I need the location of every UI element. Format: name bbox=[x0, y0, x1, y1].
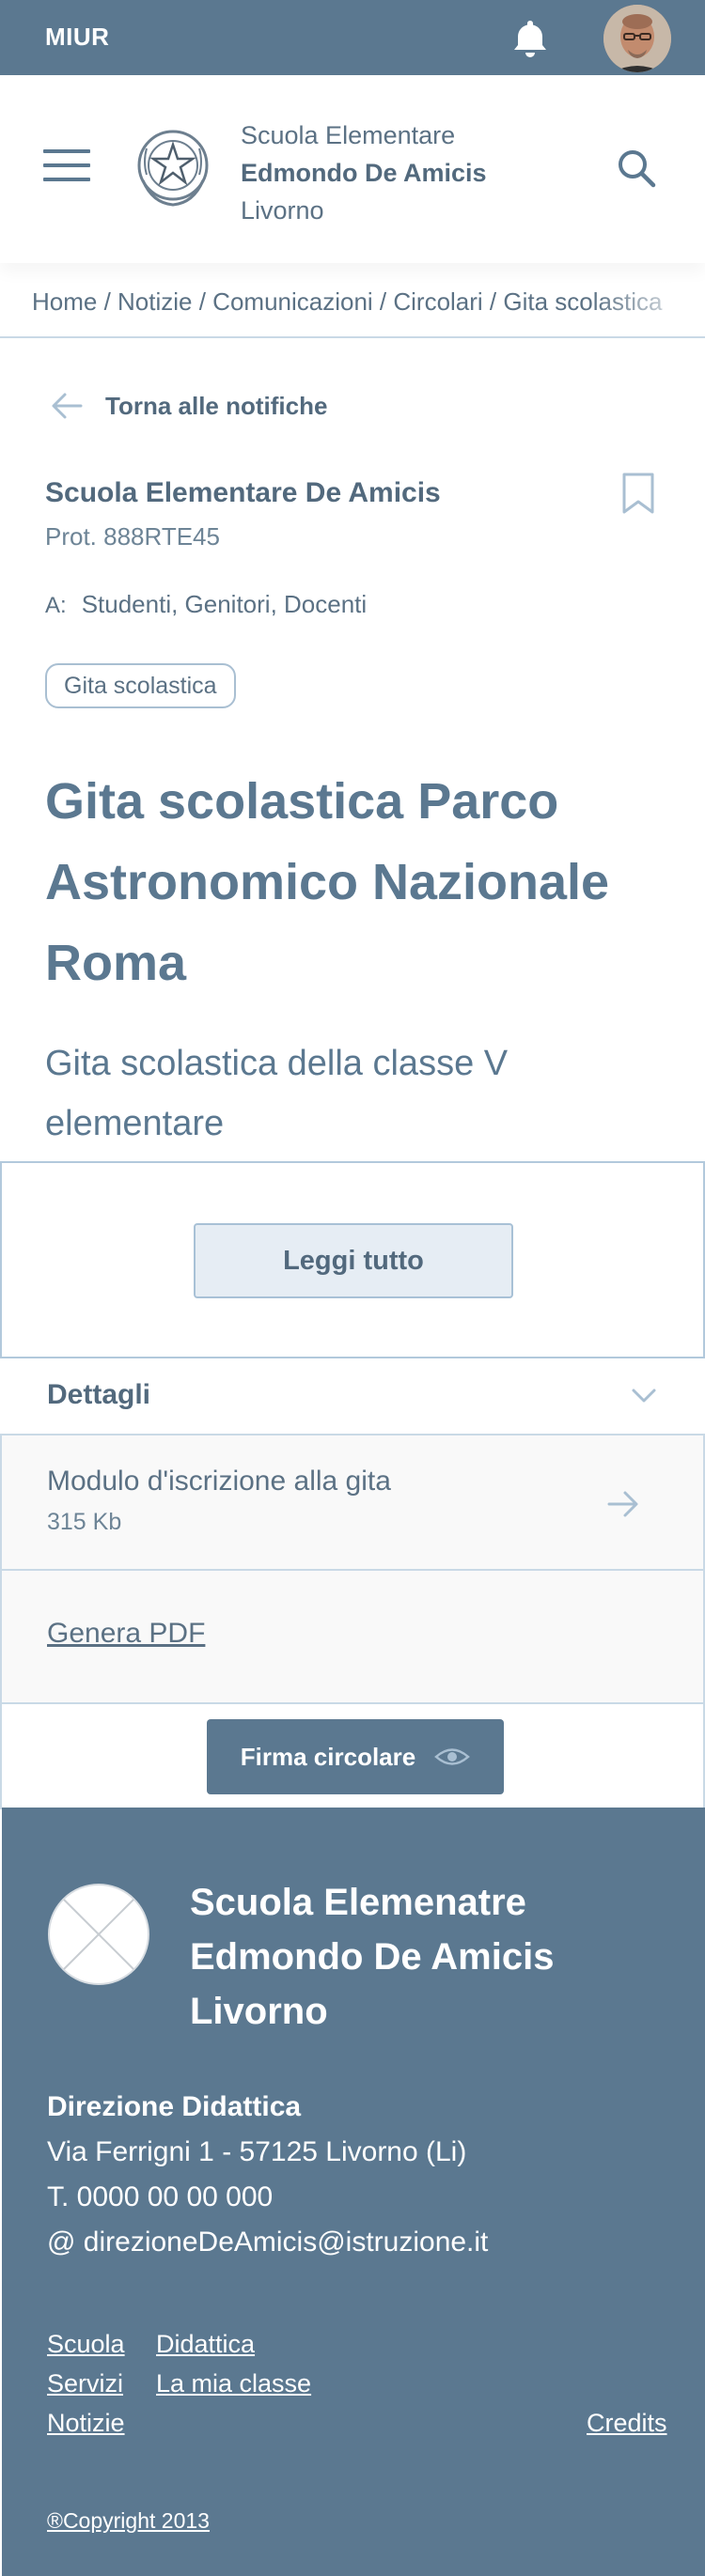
sign-circular-label: Firma circolare bbox=[240, 1742, 416, 1771]
footer-email: @ direzioneDeAmicis@istruzione.it bbox=[47, 2227, 489, 2258]
chevron-down-icon bbox=[632, 1389, 656, 1403]
footer-link-la-mia-classe[interactable]: La mia classe bbox=[156, 2369, 311, 2398]
footer-copyright-link[interactable]: ®Copyright 2013 bbox=[47, 2508, 210, 2534]
protocol-number: Prot. 888RTE45 bbox=[45, 522, 220, 551]
republic-emblem-icon bbox=[137, 130, 209, 207]
footer-link-notizie[interactable]: Notizie bbox=[47, 2409, 125, 2438]
recipients: A: Studenti, Genitori, Docenti bbox=[45, 590, 367, 619]
category-tag[interactable]: Gita scolastica bbox=[45, 663, 236, 708]
footer-link-credits[interactable]: Credits bbox=[587, 2409, 667, 2438]
site-footer: Scuola Elemenatre Edmondo De Amicis Livo… bbox=[2, 1808, 705, 2576]
footer-name-line2: Edmondo De Amicis bbox=[190, 1936, 555, 1978]
menu-button[interactable] bbox=[43, 146, 90, 185]
school-name-line1: Scuola Elementare bbox=[241, 121, 456, 149]
footer-link-didattica[interactable]: Didattica bbox=[156, 2330, 255, 2359]
school-name-line2: Edmondo De Amicis bbox=[241, 159, 487, 187]
footer-link-servizi[interactable]: Servizi bbox=[47, 2369, 123, 2398]
avatar[interactable] bbox=[603, 5, 671, 72]
details-label: Dettagli bbox=[47, 1379, 151, 1410]
back-to-notifications-link[interactable]: Torna alle notifiche bbox=[49, 387, 327, 425]
generate-pdf-link[interactable]: Genera PDF bbox=[47, 1618, 205, 1650]
search-icon[interactable] bbox=[615, 147, 658, 190]
top-bar: MIUR bbox=[0, 0, 705, 75]
brand-label[interactable]: MIUR bbox=[45, 23, 109, 52]
footer-link-scuola[interactable]: Scuola bbox=[47, 2330, 125, 2359]
footer-name-line3: Livorno bbox=[190, 1991, 328, 2032]
back-label: Torna alle notifiche bbox=[105, 391, 328, 420]
bell-icon[interactable] bbox=[509, 17, 552, 60]
footer-name-line1: Scuola Elemenatre bbox=[190, 1882, 526, 1923]
arrow-right-icon bbox=[607, 1491, 638, 1517]
recipients-label: A: bbox=[45, 593, 67, 618]
sign-circular-button[interactable]: Firma circolare bbox=[207, 1719, 504, 1794]
school-logo-placeholder-icon bbox=[48, 1884, 149, 1985]
notice-subtitle: Gita scolastica della classe V elementar… bbox=[45, 1044, 509, 1143]
sender-name: Scuola Elementare De Amicis bbox=[45, 477, 441, 508]
school-name[interactable]: Scuola Elementare Edmondo De Amicis Livo… bbox=[241, 116, 487, 229]
footer-phone: T. 0000 00 00 000 bbox=[47, 2181, 274, 2212]
attachment-row[interactable]: Modulo d'iscrizione alla gita 315 Kb bbox=[0, 1434, 705, 1571]
details-toggle[interactable]: Dettagli bbox=[0, 1358, 705, 1434]
direction-title: Direzione Didattica bbox=[47, 2091, 302, 2122]
attachment-name: Modulo d'iscrizione alla gita bbox=[47, 1466, 391, 1497]
breadcrumb-text[interactable]: Home / Notizie / Comunicazioni / Circola… bbox=[32, 287, 662, 316]
footer-address: Via Ferrigni 1 - 57125 Livorno (Li) bbox=[47, 2136, 467, 2167]
read-more-button[interactable]: Leggi tutto bbox=[194, 1223, 513, 1298]
footer-school-name: Scuola Elemenatre Edmondo De Amicis Livo… bbox=[190, 1875, 679, 2039]
school-name-line3: Livorno bbox=[241, 196, 324, 225]
bookmark-icon[interactable] bbox=[620, 472, 656, 515]
arrow-left-icon bbox=[52, 393, 83, 419]
breadcrumb-fade bbox=[592, 282, 705, 336]
eye-icon bbox=[434, 1748, 471, 1765]
generate-pdf-row: Genera PDF bbox=[0, 1571, 705, 1704]
breadcrumb[interactable]: Home / Notizie / Comunicazioni / Circola… bbox=[0, 282, 705, 338]
attachment-size: 315 Kb bbox=[47, 1509, 122, 1535]
recipients-value: Studenti, Genitori, Docenti bbox=[81, 590, 368, 618]
site-header: Scuola Elementare Edmondo De Amicis Livo… bbox=[0, 75, 705, 263]
notice-title: Gita scolastica Parco Astronomico Nazion… bbox=[45, 773, 610, 991]
